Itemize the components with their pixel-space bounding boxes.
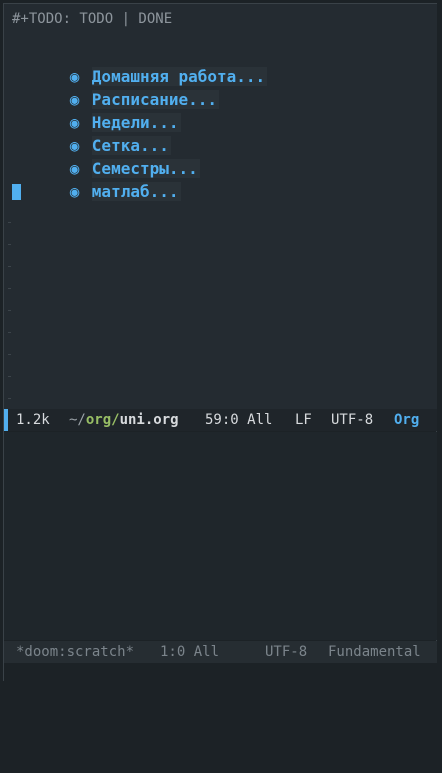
org-heading-schedule[interactable]: ◉ Расписание... bbox=[12, 70, 220, 109]
echo-area bbox=[4, 663, 437, 681]
scratch-buffer-window[interactable] bbox=[4, 432, 437, 640]
buffer-size: 1.2k bbox=[16, 412, 50, 428]
heading-label: матлаб... bbox=[91, 182, 181, 201]
org-heading-homework[interactable]: ◉ Домашняя работа... bbox=[12, 47, 268, 86]
text-cursor bbox=[12, 184, 21, 200]
path-directory: org/ bbox=[85, 412, 120, 428]
modeline-inactive[interactable]: *doom:scratch* 1:0 All UTF-8 Fundamental bbox=[4, 641, 437, 663]
fringe-indicators bbox=[8, 214, 11, 404]
org-heading-weeks[interactable]: ◉ Недели... bbox=[12, 93, 181, 132]
org-heading-semesters[interactable]: ◉ Семестры... bbox=[12, 139, 200, 178]
encoding[interactable]: UTF-8 bbox=[331, 409, 373, 431]
modeline-active[interactable]: 1.2k ~/org/uni.org 59:0 All LF UTF-8 Org bbox=[4, 409, 437, 431]
bullet-icon: ◉ bbox=[69, 182, 80, 201]
path-filename: uni.org bbox=[119, 412, 179, 428]
major-mode[interactable]: Org bbox=[394, 409, 419, 431]
cursor-position: 1:0 All bbox=[160, 644, 220, 660]
path-home: ~/ bbox=[69, 412, 86, 428]
encoding[interactable]: UTF-8 bbox=[265, 641, 307, 663]
buffer-path[interactable]: ~/org/uni.org bbox=[69, 409, 179, 431]
todo-keywords-line[interactable]: #+TODO: TODO | DONE bbox=[12, 9, 172, 29]
org-buffer-window[interactable]: #+TODO: TODO | DONE ◉ Домашняя работа... … bbox=[4, 4, 437, 409]
emacs-frame: #+TODO: TODO | DONE ◉ Домашняя работа... … bbox=[0, 0, 442, 687]
org-heading-matlab[interactable]: ◉ матлаб... bbox=[12, 162, 181, 201]
org-heading-grid[interactable]: ◉ Сетка... bbox=[12, 116, 171, 155]
modeline-active-indicator bbox=[4, 409, 8, 431]
buffer-name: *doom:scratch* bbox=[16, 644, 135, 660]
eol-type[interactable]: LF bbox=[295, 409, 312, 431]
cursor-position: 59:0 All bbox=[205, 412, 273, 428]
major-mode[interactable]: Fundamental bbox=[328, 641, 421, 663]
